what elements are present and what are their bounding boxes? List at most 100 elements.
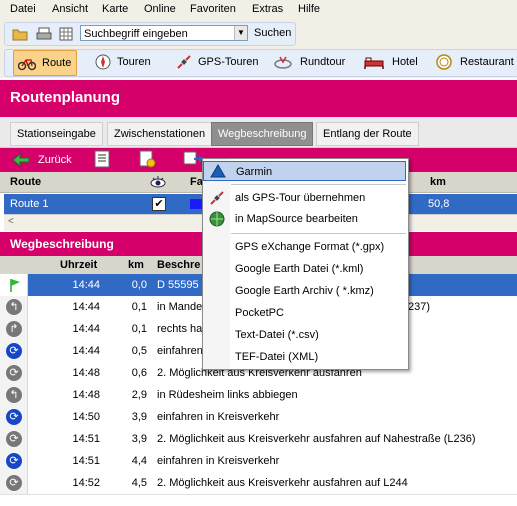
- table-row[interactable]: ⟳ 14:52 4,5 2. Möglichkeit aus Kreisverk…: [0, 472, 517, 495]
- menu-item-garmin[interactable]: Garmin: [203, 161, 406, 181]
- menu-item-label: Google Earth Datei (*.kml): [235, 263, 364, 275]
- row-description: D 55595 I: [157, 279, 205, 291]
- eye-icon: [150, 176, 166, 188]
- directions-title: Wegbeschreibung: [10, 237, 114, 251]
- menu-item-label: PocketPC: [235, 307, 284, 319]
- tab-entlang-der-route[interactable]: Entlang der Route: [316, 122, 419, 146]
- col-km: km: [430, 176, 446, 188]
- touren-button[interactable]: Touren: [95, 50, 161, 74]
- table-row[interactable]: ⟳ 14:50 3,9 einfahren in Kreisverkehr: [0, 406, 517, 429]
- row-km: 0,6: [131, 367, 147, 379]
- hotel-button[interactable]: Hotel: [364, 50, 424, 74]
- export-context-menu: Garmin als GPS-Tour übernehmen in MapSou…: [202, 158, 409, 370]
- row-km: 0,5: [131, 345, 147, 357]
- row-description: 2. Möglichkeit aus Kreisverkehr ausfahre…: [157, 433, 476, 445]
- gps-touren-button[interactable]: GPS-Touren: [176, 50, 262, 74]
- route-visible-checkbox[interactable]: ✔: [152, 197, 166, 211]
- col-beschreibung: Beschre: [157, 259, 201, 271]
- row-description: in Mandel: [157, 301, 205, 313]
- menu-item-pocketpc[interactable]: PocketPC: [203, 303, 406, 323]
- tab-zwischenstationen[interactable]: Zwischenstationen: [107, 122, 213, 146]
- col-uhrzeit: Uhrzeit: [60, 259, 98, 271]
- row-icon-cell: ⟳: [0, 340, 28, 362]
- chevron-down-icon[interactable]: ▼: [234, 26, 247, 40]
- rundtour-icon: [274, 56, 292, 69]
- menu-ansicht[interactable]: Ansicht: [52, 3, 88, 15]
- search-button[interactable]: Suchen: [254, 27, 291, 39]
- grid-icon[interactable]: [58, 26, 74, 42]
- back-arrow-icon[interactable]: [12, 153, 30, 167]
- scroll-left-icon[interactable]: <: [8, 216, 14, 227]
- table-row[interactable]: ⟳ 14:51 3,9 2. Möglichkeit aus Kreisverk…: [0, 428, 517, 451]
- row-km: 3,9: [131, 433, 147, 445]
- route-button[interactable]: Route: [13, 50, 77, 76]
- menu-item-label: Text-Datei (*.csv): [235, 329, 319, 341]
- folder-icon[interactable]: [12, 26, 28, 42]
- row-description: einfahren: [157, 345, 203, 357]
- menu-item-gps-tour[interactable]: als GPS-Tour übernehmen: [203, 188, 406, 208]
- row-icon-cell: ↰: [0, 296, 28, 318]
- row-time: 14:51: [72, 433, 100, 445]
- row-km: 2,9: [131, 389, 147, 401]
- turn-right-icon: ↱: [6, 321, 22, 337]
- start-flag-icon: [10, 279, 20, 292]
- back-button[interactable]: Zurück: [38, 154, 72, 166]
- row-description: 2. Möglichkeit aus Kreisverkehr ausfahre…: [157, 477, 408, 489]
- row-description-tail: 237): [408, 301, 431, 313]
- menu-datei[interactable]: Datei: [10, 3, 36, 15]
- menu-item-mapsource[interactable]: in MapSource bearbeiten: [203, 209, 406, 229]
- row-description: rechts ha: [157, 323, 203, 335]
- menu-item-csv[interactable]: Text-Datei (*.csv): [203, 325, 406, 345]
- row-time: 14:44: [72, 301, 100, 313]
- table-row[interactable]: ↰ 14:48 2,9 in Rüdesheim links abbiegen: [0, 384, 517, 407]
- menu-item-kml[interactable]: Google Earth Datei (*.kml): [203, 259, 406, 279]
- menu-item-tef[interactable]: TEF-Datei (XML): [203, 347, 406, 367]
- restaurant-button-label: Restaurant: [460, 56, 514, 68]
- gps-touren-button-label: GPS-Touren: [198, 56, 259, 68]
- row-time: 14:48: [72, 367, 100, 379]
- rundtour-button[interactable]: Rundtour: [274, 50, 350, 74]
- menu-online[interactable]: Online: [144, 3, 176, 15]
- search-input[interactable]: Suchbegriff eingeben ▼: [80, 25, 248, 41]
- row-km: 3,9: [131, 411, 147, 423]
- menu-karte[interactable]: Karte: [102, 3, 128, 15]
- row-time: 14:48: [72, 389, 100, 401]
- menu-item-label: als GPS-Tour übernehmen: [235, 192, 366, 204]
- menu-item-kmz[interactable]: Google Earth Archiv ( *.kmz): [203, 281, 406, 301]
- roundabout-exit-icon: ⟳: [6, 475, 22, 491]
- row-icon-cell: [0, 274, 28, 296]
- print-list-icon[interactable]: [92, 150, 112, 168]
- restaurant-button[interactable]: Restaurant: [434, 50, 517, 74]
- row-icon-cell: ⟳: [0, 472, 28, 494]
- export-icon[interactable]: [182, 150, 204, 168]
- route-km: 50,8: [428, 198, 450, 210]
- tab-wegbeschreibung[interactable]: Wegbeschreibung: [211, 122, 314, 146]
- panel-title: Routenplanung: [10, 89, 120, 106]
- row-time: 14:51: [72, 455, 100, 467]
- new-document-icon[interactable]: [138, 150, 156, 168]
- tab-stationseingabe[interactable]: Stationseingabe: [10, 122, 103, 146]
- row-description: in Rüdesheim links abbiegen: [157, 389, 298, 401]
- row-description: einfahren in Kreisverkehr: [157, 411, 280, 423]
- menu-item-label: Google Earth Archiv ( *.kmz): [235, 285, 374, 297]
- roundabout-exit-icon: ⟳: [6, 431, 22, 447]
- route-button-label: Route: [42, 57, 72, 69]
- touren-button-label: Touren: [117, 56, 151, 68]
- row-icon-cell: ⟳: [0, 428, 28, 450]
- route-name: Route 1: [10, 198, 49, 210]
- menu-item-gpx[interactable]: GPS eXchange Format (*.gpx): [203, 237, 406, 257]
- col-route: Route: [10, 176, 42, 188]
- search-input-value: Suchbegriff eingeben: [84, 28, 188, 40]
- row-icon-cell: ⟳: [0, 406, 28, 428]
- menu-favoriten[interactable]: Favoriten: [190, 3, 236, 15]
- row-time: 14:52: [72, 477, 100, 489]
- table-row[interactable]: ⟳ 14:51 4,4 einfahren in Kreisverkehr: [0, 450, 517, 473]
- row-icon-cell: ⟳: [0, 362, 28, 384]
- row-icon-cell: ↰: [0, 384, 28, 406]
- print-icon[interactable]: [36, 26, 52, 42]
- row-time: 14:44: [72, 323, 100, 335]
- roundabout-icon: ⟳: [6, 343, 22, 359]
- row-icon-cell: ↱: [0, 318, 28, 340]
- menu-hilfe[interactable]: Hilfe: [298, 3, 320, 15]
- menu-extras[interactable]: Extras: [252, 3, 283, 15]
